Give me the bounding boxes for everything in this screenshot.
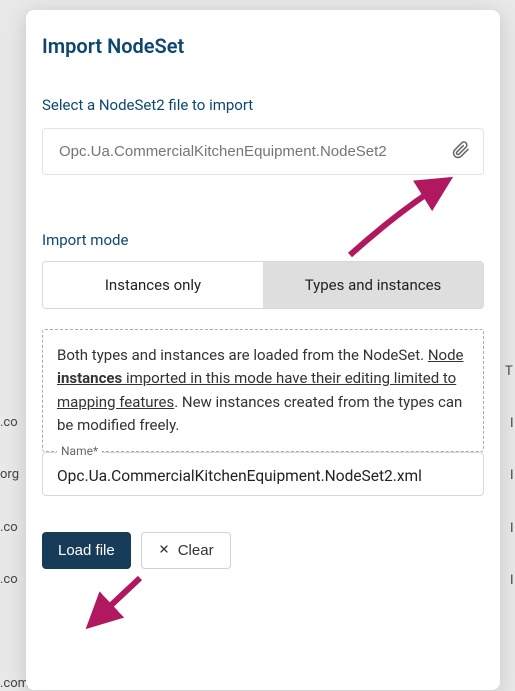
info-box: Both types and instances are loaded from… <box>42 329 484 452</box>
action-row: Load file Clear <box>42 532 484 569</box>
name-label: Name* <box>57 444 102 458</box>
close-icon <box>158 542 170 559</box>
background-text: T <box>505 364 513 379</box>
background-text: I <box>510 573 514 588</box>
info-text-pre: Both types and instances are loaded from… <box>57 346 428 364</box>
background-text: I <box>510 521 514 536</box>
background-text: I <box>510 416 514 431</box>
load-file-button[interactable]: Load file <box>42 532 131 569</box>
clear-button[interactable]: Clear <box>141 532 231 569</box>
import-nodeset-modal: Import NodeSet Select a NodeSet2 file to… <box>26 10 500 690</box>
toggle-types-and-instances[interactable]: Types and instances <box>263 262 483 308</box>
file-section-label: Select a NodeSet2 file to import <box>42 96 484 114</box>
name-field[interactable]: Name* Opc.Ua.CommercialKitchenEquipment.… <box>42 452 484 496</box>
paperclip-icon[interactable] <box>452 140 470 164</box>
background-text: I <box>510 468 514 483</box>
file-input-wrapper <box>42 128 484 175</box>
name-value: Opc.Ua.CommercialKitchenEquipment.NodeSe… <box>57 461 469 485</box>
toggle-instances-only[interactable]: Instances only <box>43 262 263 308</box>
background-text: .co <box>0 572 18 587</box>
mode-section-label: Import mode <box>42 231 484 249</box>
import-mode-toggle: Instances only Types and instances <box>42 261 484 309</box>
file-input[interactable] <box>42 128 484 175</box>
modal-title: Import NodeSet <box>42 34 484 58</box>
background-text: .co <box>0 520 18 535</box>
clear-button-label: Clear <box>178 542 214 559</box>
background-text: org <box>0 467 19 482</box>
background-text: .co <box>0 415 18 430</box>
